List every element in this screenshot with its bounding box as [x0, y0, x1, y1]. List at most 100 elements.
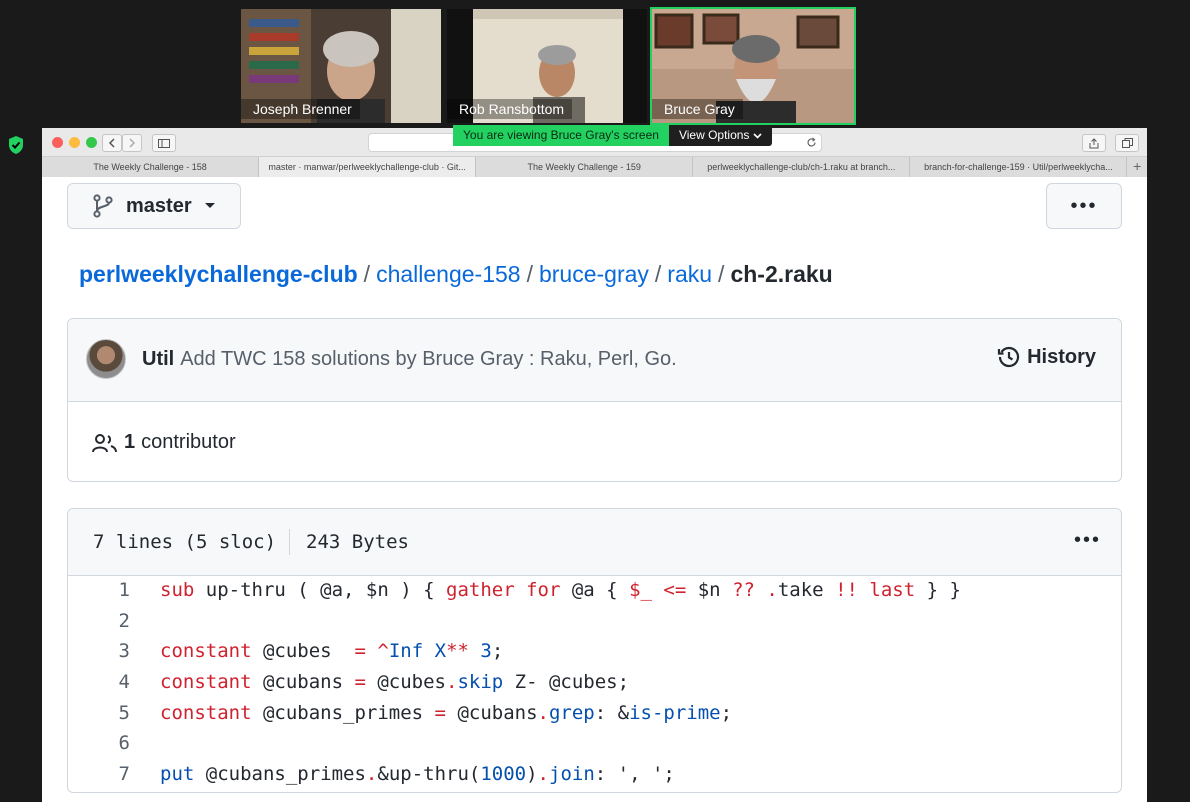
- code-token: constant: [160, 671, 252, 694]
- code-line: 3 constant @cubes = ^Inf X** 3;: [68, 636, 1121, 667]
- commit-author[interactable]: Util: [142, 348, 174, 370]
- line-number[interactable]: 1: [68, 575, 130, 606]
- minimize-window-button[interactable]: [69, 137, 80, 148]
- people-icon: [92, 433, 117, 452]
- browser-tab[interactable]: The Weekly Challenge - 159: [476, 157, 694, 177]
- code-token: : &: [594, 701, 630, 724]
- code-token: =: [354, 640, 366, 663]
- breadcrumb-file: ch-2.raku: [730, 261, 833, 287]
- line-number[interactable]: 6: [68, 728, 130, 759]
- latest-commit-box: Util Add TWC 158 solutions by Bruce Gray …: [67, 318, 1122, 482]
- zoom-window-button[interactable]: [86, 137, 97, 148]
- reload-icon[interactable]: [806, 137, 817, 148]
- breadcrumb-separator: /: [718, 261, 725, 287]
- code-token: ^: [377, 640, 389, 663]
- new-tab-button[interactable]: +: [1127, 157, 1147, 177]
- code-token: grep: [548, 701, 595, 724]
- code-line: 5 constant @cubans_primes = @cubans.grep:…: [68, 698, 1121, 729]
- divider: [289, 529, 290, 555]
- code-token: put: [160, 763, 195, 786]
- code-token: ??: [732, 579, 755, 601]
- more-options-button[interactable]: •••: [1046, 183, 1122, 229]
- viewing-label: You are viewing Bruce Gray's screen: [453, 125, 669, 146]
- kebab-icon: •••: [1070, 194, 1098, 217]
- share-button[interactable]: [1082, 134, 1106, 152]
- view-options-button[interactable]: View Options: [668, 125, 773, 146]
- video-tile-joseph[interactable]: Joseph Brenner: [241, 9, 441, 123]
- tab-overview-button[interactable]: [1115, 134, 1139, 152]
- code-line: 7 put @cubans_primes.&up-thru(1000).join:…: [68, 759, 1121, 790]
- sidebar-toggle-button[interactable]: [152, 134, 176, 152]
- code-block: 1 sub up-thru ( @a, $n ) { gather for @a …: [68, 575, 1121, 790]
- code-token: constant: [160, 640, 252, 663]
- code-token: } }: [915, 579, 961, 601]
- browser-tab[interactable]: The Weekly Challenge - 158: [42, 157, 260, 177]
- contributors[interactable]: 1 contributor: [92, 431, 236, 454]
- code-token: &up-thru(: [377, 763, 481, 786]
- breadcrumb-dir-link[interactable]: challenge-158: [376, 261, 521, 287]
- line-source: sub up-thru ( @a, $n ) { gather for @a {…: [130, 575, 961, 606]
- commit-message-link[interactable]: Add TWC 158 solutions by Bruce Gray : Ra…: [180, 348, 677, 370]
- chevron-right-icon: [129, 138, 136, 148]
- code-token: constant: [160, 701, 252, 724]
- code-token: @cubes: [251, 640, 355, 663]
- code-token: .: [537, 701, 549, 724]
- forward-button[interactable]: [122, 134, 142, 152]
- line-source: put @cubans_primes.&up-thru(1000).join: …: [130, 759, 675, 790]
- branch-selector[interactable]: master: [67, 183, 241, 229]
- chevron-down-icon: [753, 132, 763, 139]
- code-line: 4 constant @cubans = @cubes.skip Z- @cube…: [68, 667, 1121, 698]
- avatar[interactable]: [86, 339, 126, 379]
- code-token: sub: [160, 579, 195, 601]
- line-number[interactable]: 2: [68, 606, 130, 637]
- line-number[interactable]: 7: [68, 759, 130, 790]
- browser-tab[interactable]: perlweeklychallenge-club/ch-1.raku at br…: [693, 157, 911, 177]
- browser-tab[interactable]: branch-for-challenge-159 · Util/perlweek…: [910, 157, 1128, 177]
- breadcrumb-dir-link[interactable]: raku: [667, 261, 712, 287]
- browser-window: The Weekly Challenge - 158 master · manw…: [42, 128, 1147, 802]
- chevron-left-icon: [108, 138, 115, 148]
- file-header: 7 lines (5 sloc) 243 Bytes •••: [68, 509, 1121, 576]
- code-token: =: [354, 671, 366, 694]
- code-token: =: [434, 701, 446, 724]
- code-token: skip: [457, 671, 504, 694]
- code-token: .: [537, 763, 549, 786]
- back-button[interactable]: [102, 134, 122, 152]
- participant-name: Rob Ransbottom: [447, 99, 573, 119]
- code-token: $n: [686, 579, 733, 601]
- history-label: History: [1027, 345, 1096, 368]
- code-token: @cubans_primes: [251, 701, 435, 724]
- code-token: : ', ';: [594, 763, 675, 786]
- code-token: @cubans_primes: [194, 763, 366, 786]
- git-branch-icon: [93, 194, 113, 218]
- screen-share-banner: You are viewing Bruce Gray's screen View…: [453, 125, 773, 146]
- breadcrumb-repo-link[interactable]: perlweeklychallenge-club: [79, 261, 358, 287]
- browser-tab-active[interactable]: master · manwar/perlweeklychallenge-club…: [259, 157, 477, 177]
- line-source: [130, 606, 160, 637]
- breadcrumb-dir-link[interactable]: bruce-gray: [539, 261, 649, 287]
- code-line: 6: [68, 728, 1121, 759]
- line-number[interactable]: 5: [68, 698, 130, 729]
- code-token: **: [446, 640, 469, 663]
- line-number[interactable]: 3: [68, 636, 130, 667]
- history-button[interactable]: History: [997, 345, 1096, 369]
- video-tile-rob[interactable]: Rob Ransbottom: [447, 9, 647, 123]
- shield-icon[interactable]: [7, 135, 25, 155]
- code-token: ;: [720, 701, 733, 724]
- line-number[interactable]: 4: [68, 667, 130, 698]
- close-window-button[interactable]: [52, 137, 63, 148]
- participant-name: Bruce Gray: [652, 99, 743, 119]
- history-icon: [997, 346, 1020, 368]
- code-token: .: [446, 671, 458, 694]
- video-tile-bruce[interactable]: Bruce Gray: [650, 7, 856, 125]
- file-line-count: 7 lines (5 sloc): [93, 531, 277, 553]
- breadcrumb: perlweeklychallenge-club / challenge-158/b…: [79, 261, 833, 288]
- view-options-label: View Options: [678, 128, 750, 142]
- code-line: 2: [68, 606, 1121, 637]
- file-more-options-button[interactable]: •••: [1074, 529, 1101, 552]
- line-source: constant @cubes = ^Inf X** 3;: [130, 636, 503, 667]
- code-token: @cubans: [446, 701, 538, 724]
